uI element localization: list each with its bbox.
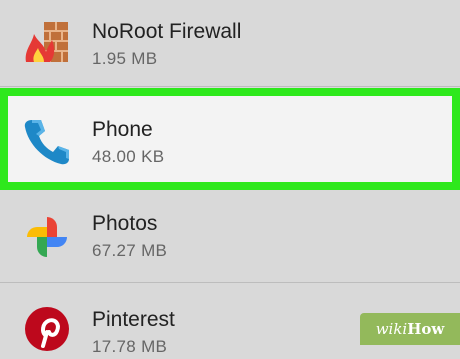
wikihow-watermark: wikiHow xyxy=(360,313,460,345)
app-name: NoRoot Firewall xyxy=(92,20,242,43)
app-list-item-noroot-firewall[interactable]: NoRoot Firewall 1.95 MB xyxy=(0,0,460,86)
phone-icon xyxy=(22,116,72,166)
firewall-icon xyxy=(22,18,72,68)
app-name: Pinterest xyxy=(92,308,175,331)
list-divider xyxy=(0,282,460,283)
app-size: 17.78 MB xyxy=(92,337,168,356)
app-size: 67.27 MB xyxy=(92,241,168,260)
list-divider xyxy=(0,86,460,87)
app-name: Phone xyxy=(92,118,153,141)
watermark-prefix: wiki xyxy=(375,320,408,338)
app-list-item-phone[interactable]: Phone 48.00 KB xyxy=(0,88,460,190)
app-size: 1.95 MB xyxy=(92,49,158,68)
photos-pinwheel-icon xyxy=(22,212,72,262)
pinterest-icon xyxy=(22,304,72,354)
app-list-item-photos[interactable]: Photos 67.27 MB xyxy=(0,196,460,280)
watermark-suffix: How xyxy=(407,320,445,338)
app-size: 48.00 KB xyxy=(92,147,165,166)
app-name: Photos xyxy=(92,212,158,235)
